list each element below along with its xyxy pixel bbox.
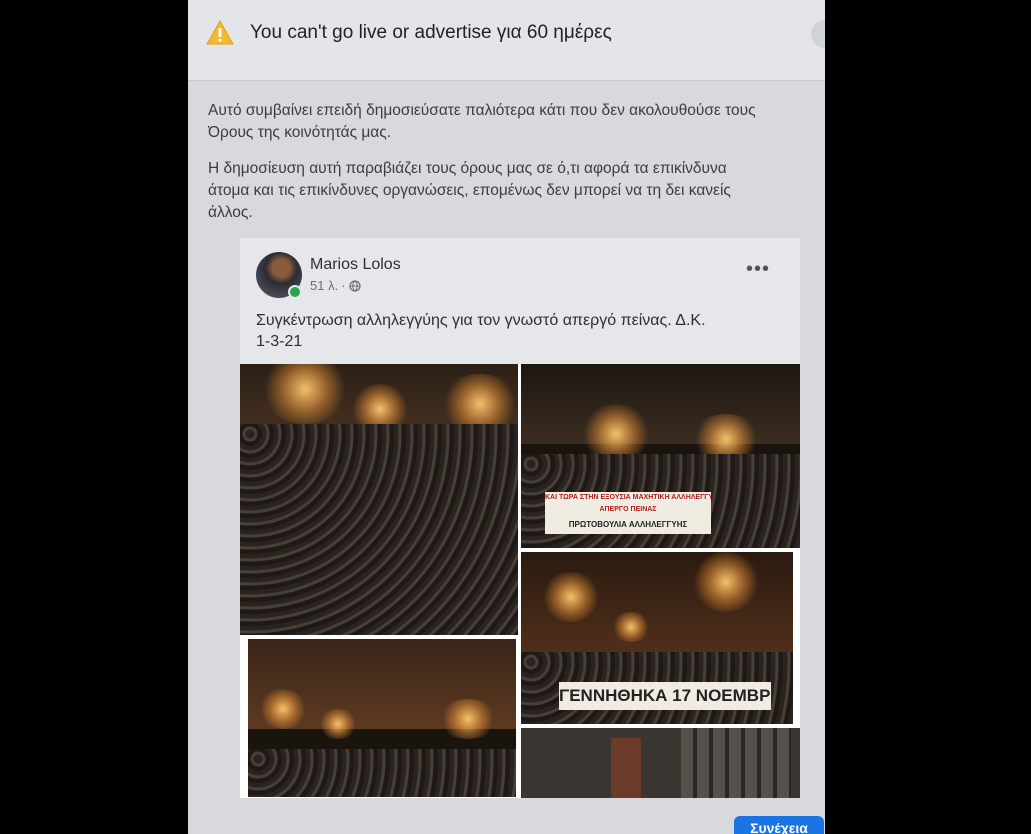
crowd <box>248 749 516 797</box>
post-photo[interactable] <box>521 728 800 798</box>
street-light <box>691 552 761 612</box>
dialog-header: You can't go live or advertise για 60 ημ… <box>188 0 825 81</box>
street-light <box>258 689 308 729</box>
protest-banner: ΠΡΩΤΟΒΟΥΛΙΑ ΑΛΛΗΛΕΓΓΥΗΣ <box>545 516 711 534</box>
more-options-icon[interactable]: ••• <box>746 259 770 279</box>
violation-reason-line: Όρους της κοινότητάς μας. <box>208 124 392 141</box>
post-time[interactable]: 51 λ. <box>310 278 338 293</box>
online-status-dot <box>288 285 302 299</box>
screenshot-area: You can't go live or advertise για 60 ημ… <box>188 0 825 834</box>
violation-detail: Η δημοσίευση αυτή παραβιάζει τους όρους … <box>208 158 818 224</box>
violation-detail-line: Η δημοσίευση αυτή παραβιάζει τους όρους … <box>208 160 727 177</box>
photo-grid: ΚΑΙ ΤΩΡΑ ΣΤΗΝ ΕΞΟΥΣΙΑ ΜΑΧΗΤΙΚΗ ΑΛΛΗΛΕΓΓΥ… <box>240 364 800 798</box>
person <box>611 738 641 798</box>
close-button[interactable] <box>811 20 825 48</box>
crowd <box>240 424 518 635</box>
violation-reason: Αυτό συμβαίνει επειδή δημοσιεύσατε παλιό… <box>208 100 818 144</box>
street-light <box>541 572 601 622</box>
post-photo[interactable]: ΓΕΝΝΗΘΗΚΑ 17 ΝΟΕΜΒΡΗ <box>521 552 793 724</box>
street-light <box>438 699 498 739</box>
continue-button[interactable]: Συνέχεια <box>734 816 824 834</box>
warning-triangle-icon <box>206 20 234 45</box>
protest-banner: ΓΕΝΝΗΘΗΚΑ 17 ΝΟΕΜΒΡΗ <box>559 682 771 710</box>
building <box>681 728 791 798</box>
globe-icon <box>348 279 361 292</box>
street-light <box>318 709 358 739</box>
meta-separator: · <box>341 278 346 293</box>
street-light <box>611 612 651 642</box>
violation-reason-line: Αυτό συμβαίνει επειδή δημοσιεύσατε παλιό… <box>208 102 756 119</box>
post-meta: 51 λ. · <box>310 278 361 293</box>
post-photo[interactable]: ΚΑΙ ΤΩΡΑ ΣΤΗΝ ΕΞΟΥΣΙΑ ΜΑΧΗΤΙΚΗ ΑΛΛΗΛΕΓΓΥ… <box>521 364 800 548</box>
post-photo[interactable] <box>240 364 518 635</box>
post-photo[interactable] <box>248 639 516 797</box>
protest-banner: ΚΑΙ ΤΩΡΑ ΣΤΗΝ ΕΞΟΥΣΙΑ ΜΑΧΗΤΙΚΗ ΑΛΛΗΛΕΓΓΥ… <box>545 492 711 504</box>
post-text-line: Συγκέντρωση αλληλεγγύης για τον γνωστό α… <box>256 312 706 329</box>
dialog-title: You can't go live or advertise για 60 ημ… <box>250 22 612 43</box>
post-text: Συγκέντρωση αλληλεγγύης για τον γνωστό α… <box>256 310 776 352</box>
post-text-line: 1-3-21 <box>256 333 303 350</box>
violation-detail-line: άτομα και τις επικίνδυνες οργανώσεις, επ… <box>208 182 731 199</box>
post-author[interactable]: Marios Lolos <box>310 256 401 274</box>
protest-banner: ΑΠΕΡΓΟ ΠΕΙΝΑΣ <box>545 504 711 516</box>
violation-detail-line: άλλος. <box>208 204 253 221</box>
